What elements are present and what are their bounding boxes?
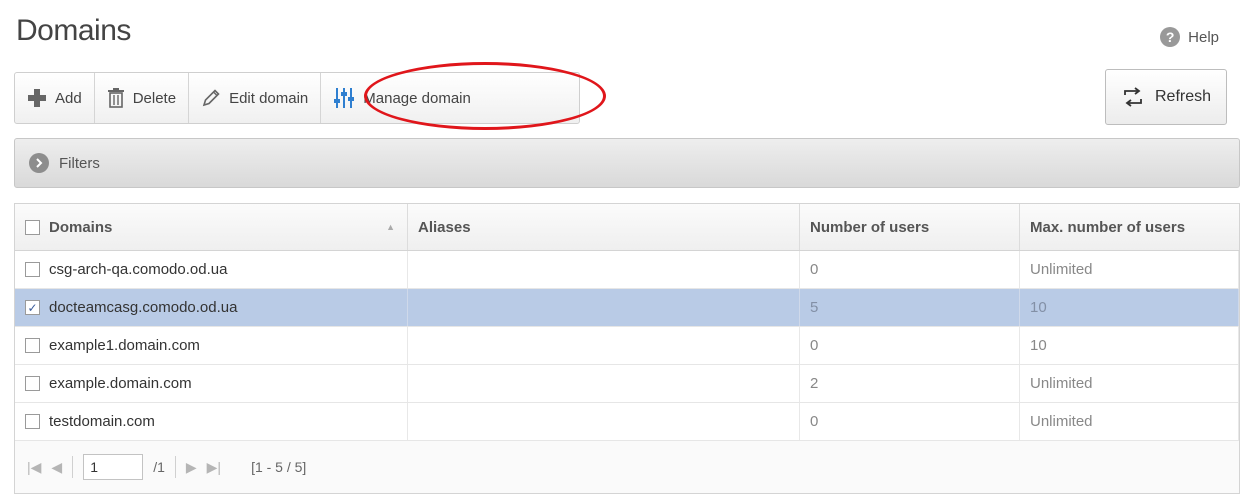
chevron-right-icon: [29, 153, 49, 173]
row-checkbox[interactable]: [25, 338, 40, 353]
cell-domain: testdomain.com: [15, 403, 408, 440]
refresh-label: Refresh: [1154, 88, 1212, 105]
row-checkbox[interactable]: [25, 414, 40, 429]
refresh-button[interactable]: Refresh: [1105, 69, 1227, 125]
column-label: Number of users: [810, 218, 930, 236]
column-label: Domains: [49, 218, 113, 236]
column-header-number-of-users[interactable]: Number of users: [800, 204, 1020, 250]
pagination-bar: |◀ ◀ /1 ▶ ▶| [1 - 5 / 5]: [15, 441, 1239, 493]
cell-domain: csg-arch-qa.comodo.od.ua: [15, 251, 408, 288]
cell-aliases: [408, 327, 800, 364]
page-range: [1 - 5 / 5]: [251, 459, 307, 475]
last-page-icon[interactable]: ▶|: [207, 459, 221, 476]
next-page-icon[interactable]: ▶: [186, 459, 197, 476]
column-header-max-users[interactable]: Max. number of users: [1020, 204, 1239, 250]
table-row[interactable]: ✓ docteamcasg.comodo.od.ua 5 10: [15, 289, 1239, 327]
table-row[interactable]: example1.domain.com 0 10: [15, 327, 1239, 365]
help-label: Help: [1188, 28, 1219, 46]
cell-users: 0: [800, 251, 1020, 288]
domain-name: csg-arch-qa.comodo.od.ua: [49, 261, 228, 278]
cell-users: 5: [800, 289, 1020, 326]
edit-domain-label: Edit domain: [229, 89, 309, 107]
column-header-domains[interactable]: Domains ▲: [15, 204, 408, 250]
pager-divider: [174, 456, 176, 478]
manage-domain-button[interactable]: Manage domain: [321, 73, 499, 123]
sort-asc-icon: ▲: [386, 222, 395, 232]
cell-aliases: [408, 251, 800, 288]
cell-max-users: Unlimited: [1020, 251, 1239, 288]
cell-max-users: Unlimited: [1020, 403, 1239, 440]
table-header: Domains ▲ Aliases Number of users Max. n…: [15, 204, 1239, 251]
table-row[interactable]: csg-arch-qa.comodo.od.ua 0 Unlimited: [15, 251, 1239, 289]
sliders-icon: [334, 88, 355, 108]
row-checkbox[interactable]: [25, 376, 40, 391]
delete-button[interactable]: Delete: [95, 73, 190, 123]
column-label: Max. number of users: [1030, 218, 1186, 236]
refresh-icon: [1124, 87, 1142, 107]
domain-name: docteamcasg.comodo.od.ua: [49, 299, 238, 316]
edit-domain-button[interactable]: Edit domain: [189, 73, 322, 123]
cell-domain: ✓ docteamcasg.comodo.od.ua: [15, 289, 408, 326]
delete-label: Delete: [132, 89, 177, 107]
table-row[interactable]: testdomain.com 0 Unlimited: [15, 403, 1239, 441]
cell-max-users: 10: [1020, 289, 1239, 326]
column-header-aliases[interactable]: Aliases: [408, 204, 800, 250]
domain-name: testdomain.com: [49, 413, 155, 430]
table-row[interactable]: example.domain.com 2 Unlimited: [15, 365, 1239, 403]
trash-icon: [107, 88, 124, 108]
cell-users: 0: [800, 327, 1020, 364]
column-label: Aliases: [418, 218, 471, 236]
pager-divider: [72, 456, 74, 478]
add-button[interactable]: Add: [15, 73, 95, 123]
page-total: /1: [153, 459, 165, 475]
filters-bar[interactable]: Filters: [14, 138, 1240, 188]
question-icon: ?: [1160, 27, 1181, 47]
row-checkbox[interactable]: [25, 262, 40, 277]
filters-label: Filters: [59, 154, 100, 172]
cell-aliases: [408, 289, 800, 326]
plus-icon: [28, 89, 46, 107]
pencil-icon: [202, 89, 220, 107]
cell-max-users: 10: [1020, 327, 1239, 364]
cell-domain: example.domain.com: [15, 365, 408, 402]
cell-aliases: [408, 403, 800, 440]
domains-table: Domains ▲ Aliases Number of users Max. n…: [14, 203, 1240, 494]
cell-users: 2: [800, 365, 1020, 402]
cell-domain: example1.domain.com: [15, 327, 408, 364]
manage-domain-label: Manage domain: [363, 89, 471, 107]
add-label: Add: [55, 89, 82, 107]
cell-aliases: [408, 365, 800, 402]
first-page-icon[interactable]: |◀: [27, 459, 41, 476]
cell-max-users: Unlimited: [1020, 365, 1239, 402]
select-all-checkbox[interactable]: [25, 219, 40, 235]
prev-page-icon[interactable]: ◀: [51, 459, 62, 476]
cell-users: 0: [800, 403, 1020, 440]
domain-name: example.domain.com: [49, 375, 192, 392]
help-link[interactable]: ? Help: [1160, 27, 1219, 47]
toolbar: Add Delete Edit domain Manage domain: [14, 72, 580, 124]
row-checkbox[interactable]: ✓: [25, 300, 40, 315]
page-number-input[interactable]: [83, 454, 144, 480]
domain-name: example1.domain.com: [49, 337, 200, 354]
page-title: Domains: [16, 14, 131, 47]
